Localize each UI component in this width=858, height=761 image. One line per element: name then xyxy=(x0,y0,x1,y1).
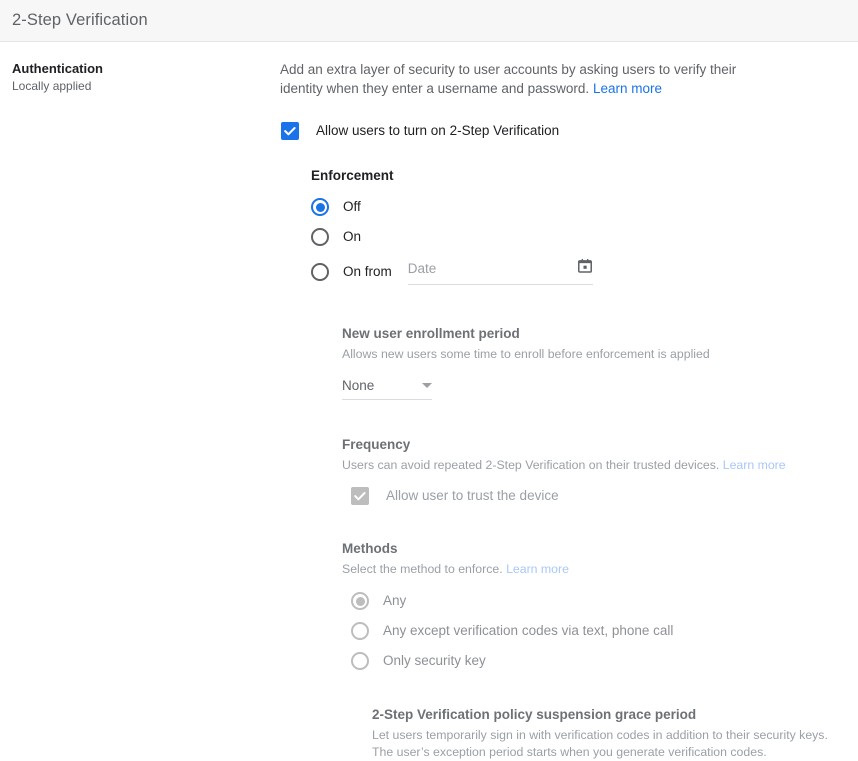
enrollment-period-value: None xyxy=(342,378,375,393)
enforcement-option-off[interactable]: Off xyxy=(311,198,848,216)
enrollment-period-select[interactable]: None xyxy=(342,378,432,400)
allow-2sv-label: Allow users to turn on 2-Step Verificati… xyxy=(316,123,560,138)
allow-2sv-row[interactable]: Allow users to turn on 2-Step Verificati… xyxy=(280,122,848,140)
page-header: 2-Step Verification xyxy=(0,0,858,42)
frequency-description: Users can avoid repeated 2-Step Verifica… xyxy=(342,457,848,474)
check-icon xyxy=(354,492,366,501)
methods-description-text: Select the method to enforce. xyxy=(342,562,507,576)
enforcement-label-on: On xyxy=(343,229,362,244)
calendar-icon[interactable] xyxy=(577,258,593,279)
enrollment-block: New user enrollment period Allows new us… xyxy=(342,325,848,400)
methods-option-any-except: Any except verification codes via text, … xyxy=(351,622,848,640)
methods-title: Methods xyxy=(342,541,398,556)
enforcement-radio-on-from[interactable] xyxy=(311,262,329,281)
enrollment-title: New user enrollment period xyxy=(342,326,520,341)
frequency-title: Frequency xyxy=(342,437,411,452)
enforcement-block: Enforcement Off On On from Date xyxy=(311,167,848,285)
methods-option-any: Any xyxy=(351,592,848,610)
trust-device-row: Allow user to trust the device xyxy=(351,487,848,505)
grace-period-description: Let users temporarily sign in with verif… xyxy=(372,728,828,759)
enforcement-date-field[interactable]: Date xyxy=(407,258,593,285)
methods-label-any: Any xyxy=(383,593,407,608)
enforcement-label-off: Off xyxy=(343,199,361,214)
frequency-block: Frequency Users can avoid repeated 2-Ste… xyxy=(342,436,848,505)
section-scope-label: Locally applied xyxy=(12,79,92,93)
enforcement-option-on[interactable]: On xyxy=(311,228,848,246)
intro-text: Add an extra layer of security to user a… xyxy=(280,62,737,96)
frequency-description-text: Users can avoid repeated 2-Step Verifica… xyxy=(342,458,723,472)
grace-period-block: 2-Step Verification policy suspension gr… xyxy=(372,706,848,761)
frequency-learn-more-link[interactable]: Learn more xyxy=(723,458,786,472)
section-title: Authentication xyxy=(12,61,103,76)
methods-description: Select the method to enforce. Learn more xyxy=(342,561,848,578)
enforcement-radio-on[interactable] xyxy=(311,228,329,246)
methods-block: Methods Select the method to enforce. Le… xyxy=(342,540,848,670)
intro-description: Add an extra layer of security to user a… xyxy=(280,60,760,98)
enrollment-description: Allows new users some time to enroll bef… xyxy=(342,347,710,361)
methods-label-any-except: Any except verification codes via text, … xyxy=(383,623,674,638)
enforcement-label-on-from: On from xyxy=(343,263,392,279)
methods-label-security-key: Only security key xyxy=(383,653,486,668)
chevron-down-icon[interactable] xyxy=(422,383,432,388)
trust-device-label: Allow user to trust the device xyxy=(386,488,559,503)
allow-2sv-checkbox[interactable] xyxy=(281,122,299,140)
enforcement-date-placeholder: Date xyxy=(407,261,437,276)
grace-period-title: 2-Step Verification policy suspension gr… xyxy=(372,707,697,722)
methods-learn-more-link[interactable]: Learn more xyxy=(506,562,569,576)
enforcement-radio-off[interactable] xyxy=(311,198,329,216)
methods-radio-any xyxy=(351,592,369,610)
methods-radio-security-key xyxy=(351,652,369,670)
settings-content: Authentication Locally applied Add an ex… xyxy=(0,42,858,761)
methods-option-security-key: Only security key xyxy=(351,652,848,670)
enforcement-title: Enforcement xyxy=(311,168,394,183)
settings-column: Add an extra layer of security to user a… xyxy=(280,60,858,761)
section-info-column: Authentication Locally applied xyxy=(0,60,280,95)
intro-learn-more-link[interactable]: Learn more xyxy=(593,81,662,96)
trust-device-checkbox xyxy=(351,487,369,505)
methods-radio-any-except xyxy=(351,622,369,640)
page-title: 2-Step Verification xyxy=(12,11,148,29)
enforcement-option-on-from[interactable]: On from Date xyxy=(311,258,848,285)
check-icon xyxy=(284,127,296,136)
